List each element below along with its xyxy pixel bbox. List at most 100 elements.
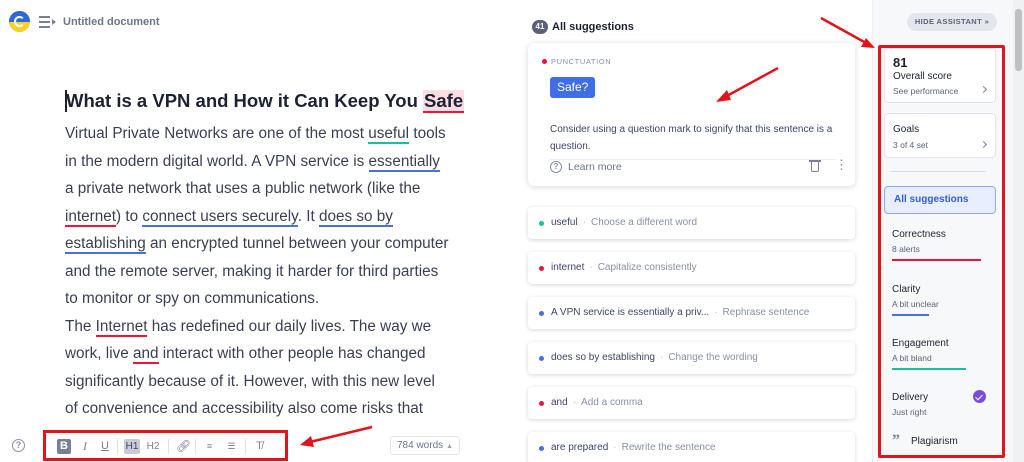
- double-chevron-right-icon: »: [984, 17, 990, 26]
- text-line: and the remote server, making it harder …: [65, 258, 485, 286]
- text-line: establishing an encrypted tunnel between…: [65, 230, 485, 258]
- caret-up-icon: ▲: [446, 443, 454, 450]
- arrow-to-assistant: [820, 16, 867, 45]
- suggestion-hint: Add a comma: [581, 397, 643, 408]
- clear-format-icon[interactable]: T̸: [253, 439, 266, 454]
- text-run: interact with other people has changed: [158, 345, 426, 362]
- text-line: significantly because of it. However, wi…: [65, 368, 485, 396]
- suggestion-row[interactable]: are prepared · Rewrite the sentence: [528, 432, 855, 462]
- hide-assistant-button[interactable]: HIDE ASSISTANT »: [907, 13, 997, 31]
- text-line: internet) to connect users securely. It …: [65, 203, 485, 231]
- question-icon[interactable]: ?: [550, 161, 562, 173]
- suggestion-dot: [539, 356, 544, 361]
- suggestion-row[interactable]: internet · Capitalize consistently: [528, 252, 855, 284]
- hide-assistant-label: HIDE ASSISTANT: [914, 17, 983, 26]
- suggestion-row[interactable]: does so by establishing · Change the wordi…: [528, 342, 855, 374]
- suggestion-word: does so by establishing: [551, 352, 655, 363]
- suggestion-dot: [539, 446, 544, 451]
- suggestion-dot: [539, 311, 544, 316]
- flagged-text[interactable]: internet: [65, 207, 117, 227]
- formatting-toolbar: B I U H1 H2 🔗︎ ≡ ☰ T̸: [43, 430, 288, 461]
- suggestion-text: useful · Choose a different word: [551, 207, 697, 239]
- text-line: a private network that uses a public net…: [65, 175, 485, 203]
- scrollbar-thumb[interactable]: [1015, 9, 1022, 71]
- text-run: ) to: [116, 207, 143, 225]
- bold-button[interactable]: B: [57, 439, 71, 454]
- text-run: . It: [297, 207, 319, 225]
- separator-dot: ·: [589, 262, 593, 273]
- flagged-text[interactable]: does so by: [318, 207, 393, 227]
- suggestion-word: are prepared: [551, 442, 609, 453]
- text-line: in the modern digital world. A VPN servi…: [65, 148, 485, 176]
- toolbar-divider: [117, 439, 118, 454]
- grammarly-logo[interactable]: [9, 11, 30, 32]
- text-run: has redefined our daily lives. The way w…: [147, 317, 432, 335]
- flagged-text[interactable]: establishing: [65, 235, 146, 254]
- more-options-icon[interactable]: ⋮: [835, 158, 848, 172]
- text-line: work, live and interact with other peopl…: [65, 340, 485, 368]
- document-heading[interactable]: What is a VPN and How it Can Keep You Sa…: [65, 90, 485, 113]
- suggestion-text: A VPN service is essentially a priv... · R…: [551, 297, 809, 329]
- heading2-button[interactable]: H2: [145, 439, 161, 454]
- suggestion-hint: Change the wording: [668, 352, 758, 363]
- text-run: and the remote server, making it harder …: [65, 262, 439, 280]
- scrollbar[interactable]: [1013, 0, 1024, 462]
- suggestion-text: are prepared · Rewrite the sentence: [551, 432, 716, 462]
- flagged-word-safe[interactable]: Safe: [423, 90, 465, 113]
- suggestion-count-badge: 41: [532, 20, 548, 34]
- suggestion-word: useful: [551, 217, 578, 228]
- suggestion-dot: [539, 401, 544, 406]
- suggestions-title: All suggestions: [552, 21, 634, 33]
- suggestion-row[interactable]: and · Add a comma: [528, 387, 855, 419]
- flagged-text[interactable]: Internet: [95, 317, 148, 337]
- text-run: to monitor or spy on communications.: [65, 290, 320, 307]
- heading1-button[interactable]: H1: [124, 439, 140, 454]
- accept-suggestion-button[interactable]: Safe?: [550, 77, 596, 98]
- suggestion-hint: Rephrase sentence: [722, 307, 810, 318]
- paragraph-2[interactable]: The Internet has redefined our daily liv…: [65, 313, 485, 423]
- separator-dot: ·: [613, 442, 617, 453]
- active-suggestion-card[interactable]: PUNCTUATION Safe? Consider using a quest…: [528, 43, 855, 186]
- suggestion-hint: Choose a different word: [591, 217, 698, 228]
- learn-more-link[interactable]: Learn more: [568, 160, 622, 174]
- text-line: of convenience and accessibility also co…: [65, 395, 485, 423]
- suggestion-text: and · Add a comma: [551, 387, 643, 419]
- suggestion-text: does so by establishing · Change the wordi…: [551, 342, 758, 374]
- arrow-to-toolbar-head: [300, 436, 314, 447]
- suggestion-hint: Capitalize consistently: [597, 262, 697, 273]
- flagged-text[interactable]: useful: [368, 125, 410, 144]
- suggestion-text: internet · Capitalize consistently: [551, 252, 697, 284]
- bullet-list-icon[interactable]: ☰: [225, 439, 238, 454]
- suggestion-row[interactable]: A VPN service is essentially a priv... · R…: [528, 297, 855, 329]
- ordered-list-icon[interactable]: ≡: [203, 439, 216, 454]
- flagged-text[interactable]: and: [133, 345, 159, 364]
- toolbar-divider: [245, 439, 246, 454]
- text-run: of convenience and accessibility also co…: [65, 400, 423, 417]
- paragraph-1[interactable]: Virtual Private Networks are one of the …: [65, 120, 485, 313]
- text-run: The: [65, 317, 96, 335]
- text-run: work, live: [65, 345, 133, 362]
- help-icon[interactable]: ?: [12, 439, 25, 452]
- separator-dot: ·: [582, 217, 587, 228]
- menu-icon[interactable]: [36, 13, 58, 30]
- suggestion-dot: [539, 221, 544, 226]
- link-icon[interactable]: 🔗︎: [176, 439, 191, 454]
- text-line: to monitor or spy on communications.: [65, 285, 485, 313]
- suggestion-dot: [539, 266, 544, 271]
- text-run: significantly because of it. However, wi…: [65, 372, 435, 390]
- text-line: The Internet has redefined our daily liv…: [65, 313, 485, 341]
- text-run: Virtual Private Networks are one of the …: [65, 125, 369, 142]
- suggestion-word: internet: [551, 262, 585, 273]
- flagged-text[interactable]: essentially: [368, 152, 440, 172]
- word-count-button[interactable]: 784 words ▲: [390, 436, 461, 455]
- suggestion-row[interactable]: useful · Choose a different word: [528, 207, 855, 239]
- toolbar-divider: [168, 439, 169, 454]
- separator-dot: ·: [572, 397, 577, 408]
- italic-button[interactable]: I: [80, 439, 90, 454]
- flagged-text[interactable]: connect users securely: [142, 207, 298, 227]
- trash-icon[interactable]: [809, 159, 821, 173]
- suggestion-category: PUNCTUATION: [551, 57, 612, 66]
- document-title[interactable]: Untitled document: [63, 16, 160, 28]
- underline-button[interactable]: U: [99, 439, 111, 454]
- document-editor[interactable]: What is a VPN and How it Can Keep You Sa…: [65, 90, 485, 423]
